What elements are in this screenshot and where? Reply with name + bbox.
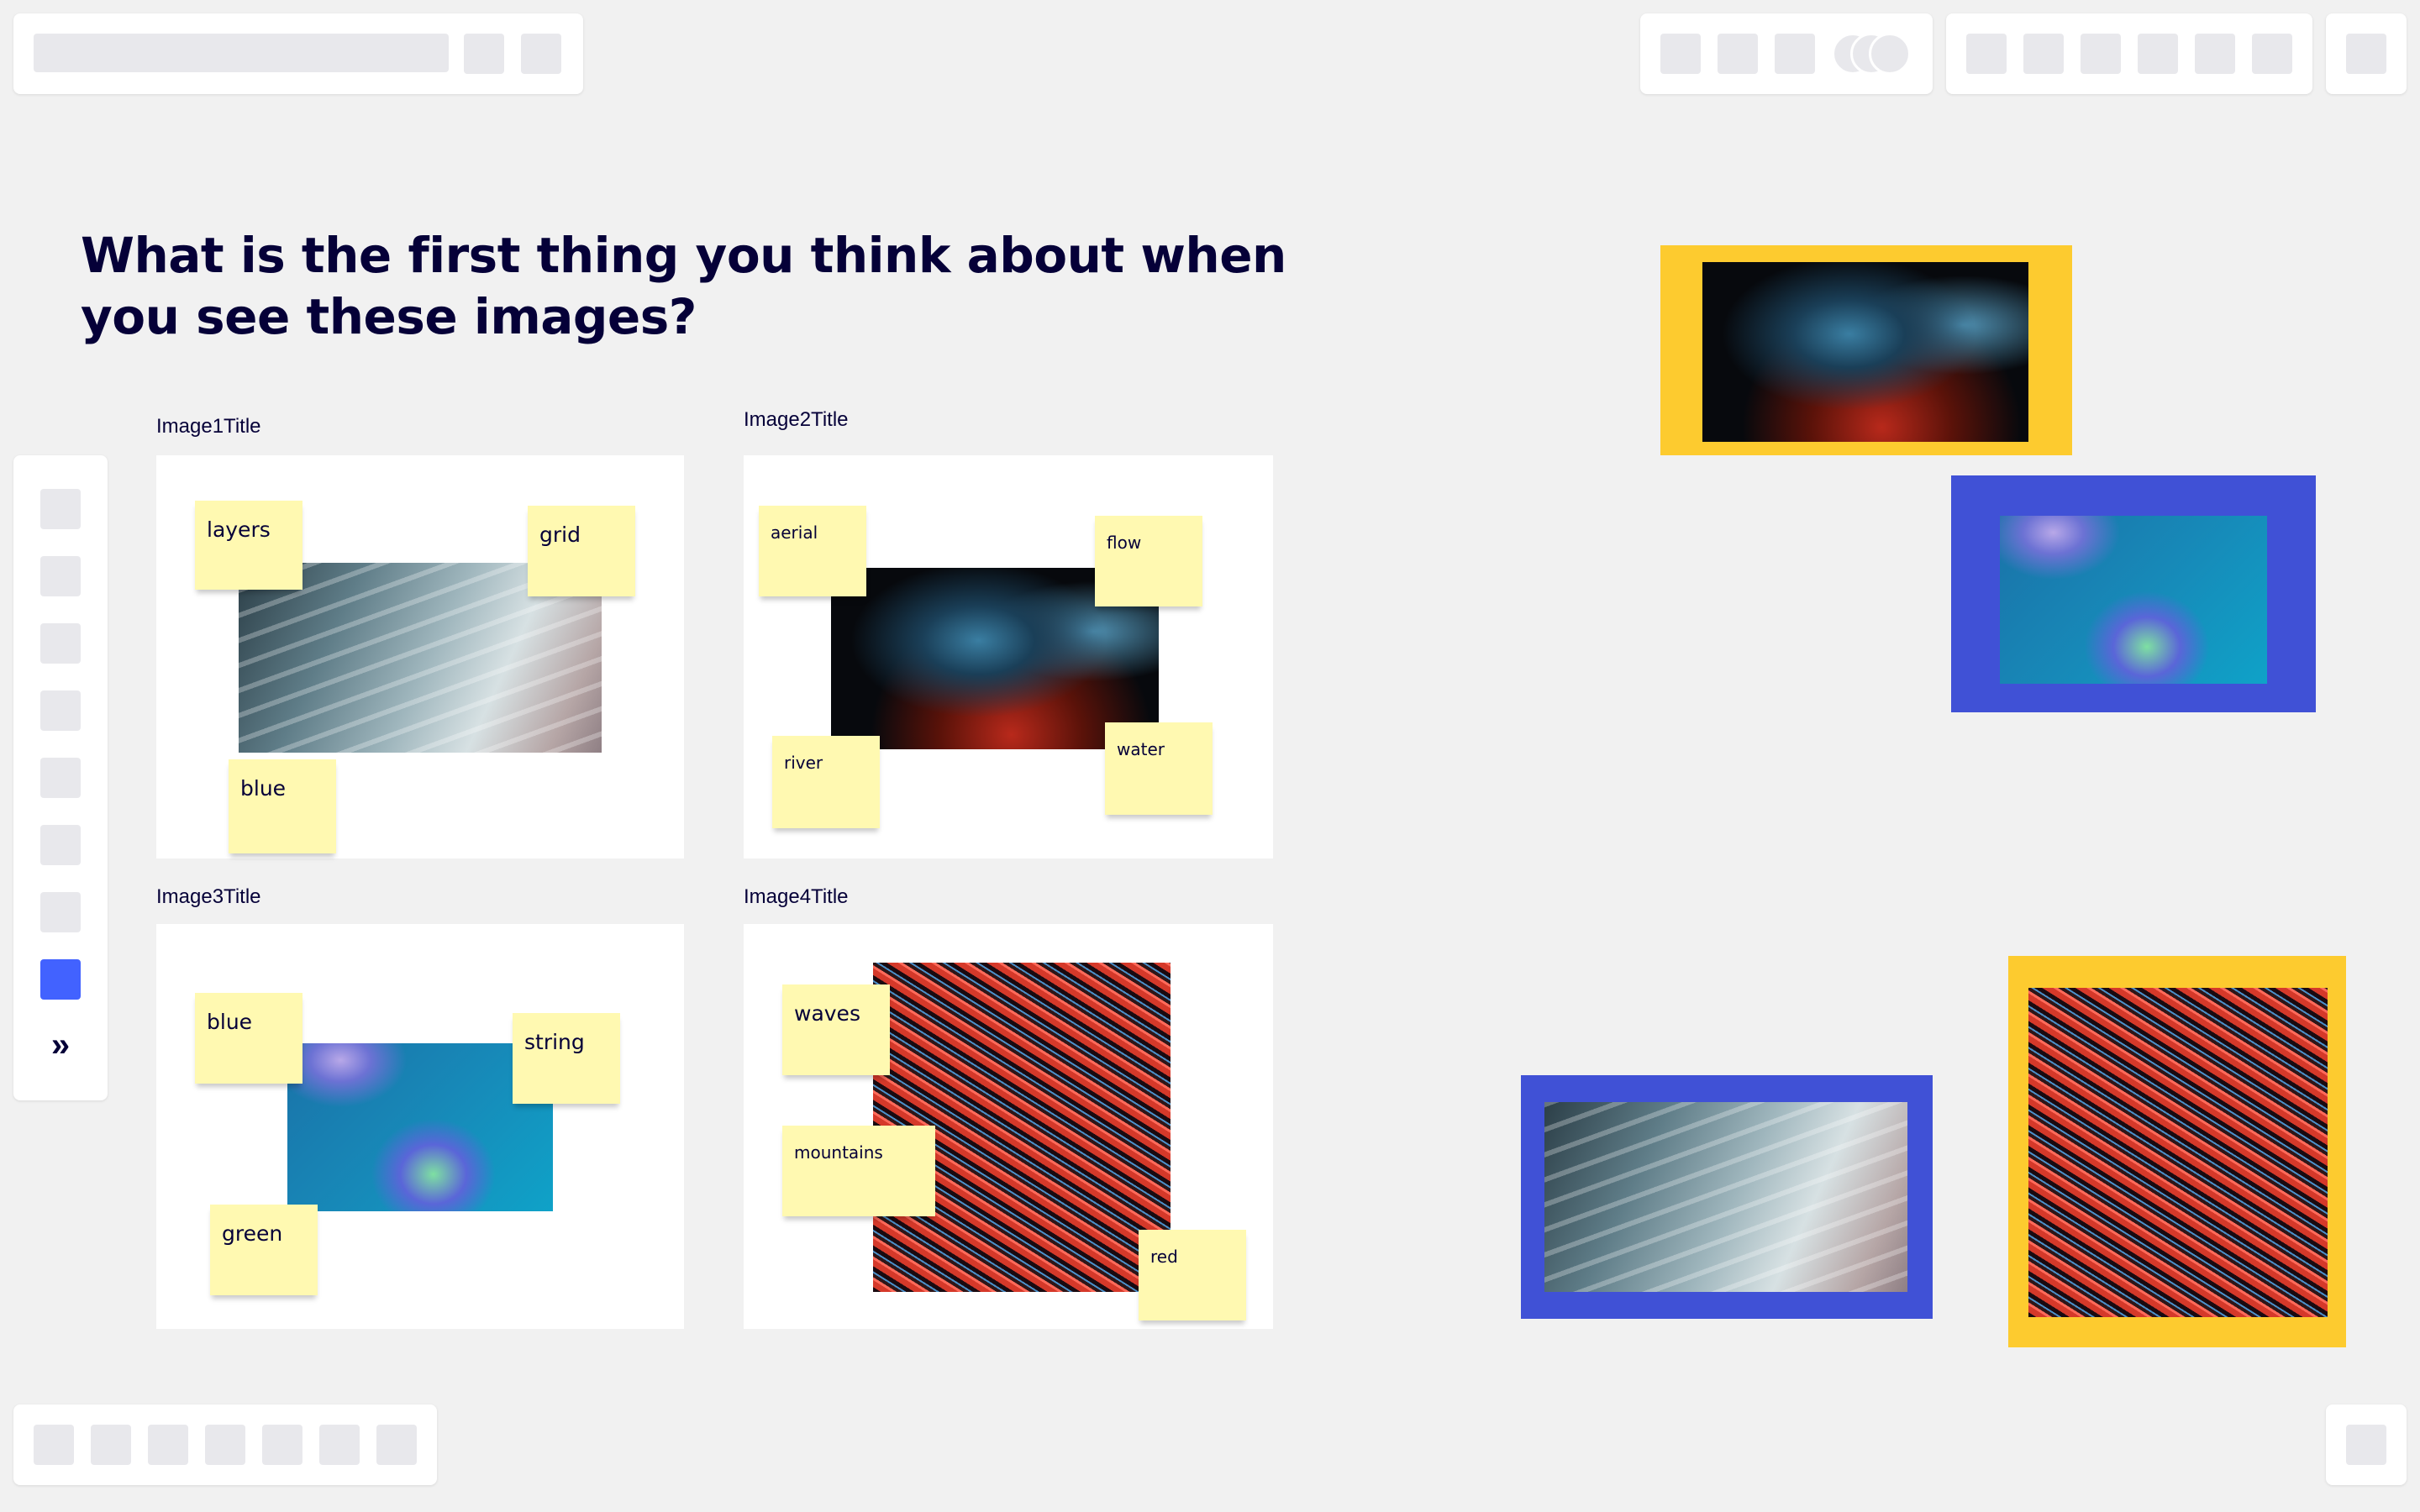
framed-image-blue-layers[interactable] — [1521, 1075, 1933, 1319]
active-tool-icon[interactable] — [40, 959, 81, 1000]
frame-title: Image4Title — [744, 885, 849, 908]
frame-image-1[interactable]: layers grid blue — [156, 455, 684, 858]
share-icon[interactable] — [464, 34, 504, 74]
sticky-note[interactable]: red — [1139, 1230, 1246, 1320]
zoom-out-icon[interactable] — [148, 1425, 188, 1465]
bottom-left-toolbar — [13, 1404, 437, 1485]
teal-string-image — [2000, 516, 2267, 684]
frame-image-2[interactable]: aerial flow river water — [744, 455, 1273, 858]
layers-image — [1544, 1102, 1907, 1292]
activity-icon[interactable] — [2195, 34, 2235, 74]
top-left-toolbar — [13, 13, 583, 94]
framed-image-blue-teal[interactable] — [1951, 475, 2316, 712]
smoke-image — [1702, 262, 2028, 442]
bottom-right-panel — [2326, 1404, 2407, 1485]
sticky-note[interactable]: mountains — [782, 1126, 935, 1216]
sticky-note[interactable]: river — [772, 736, 880, 828]
sticky-note[interactable]: layers — [195, 501, 302, 590]
collaboration-toolbar — [1640, 13, 1933, 94]
sticky-note[interactable]: string — [513, 1013, 620, 1104]
shape-tool-icon[interactable] — [40, 690, 81, 731]
top-right-toolbar — [1946, 13, 2312, 94]
present-icon[interactable] — [2023, 34, 2064, 74]
board-question: What is the first thing you think about … — [81, 227, 1286, 345]
red-waves-image — [2028, 988, 2328, 1317]
chat-icon[interactable] — [2346, 1425, 2386, 1465]
undo-icon[interactable] — [34, 1425, 74, 1465]
sticky-note[interactable]: water — [1105, 722, 1213, 815]
sticky-note[interactable]: flow — [1095, 516, 1202, 606]
select-tool-icon[interactable] — [40, 489, 81, 529]
more-icon[interactable] — [2252, 34, 2292, 74]
sticky-note[interactable]: blue — [229, 759, 336, 853]
menu-icon[interactable] — [2346, 34, 2386, 74]
settings-icon[interactable] — [521, 34, 561, 74]
top-menu-panel — [2326, 13, 2407, 94]
frame-image-3[interactable]: blue string green — [156, 924, 684, 1329]
frame-image-4[interactable]: waves mountains red — [744, 924, 1273, 1329]
left-toolbar: » — [13, 455, 108, 1100]
notes-icon[interactable] — [2138, 34, 2178, 74]
fit-icon[interactable] — [262, 1425, 302, 1465]
frame-title: Image2Title — [744, 408, 849, 431]
video-icon[interactable] — [2081, 34, 2121, 74]
avatar[interactable] — [1869, 33, 1911, 75]
sticky-note[interactable]: aerial — [759, 506, 866, 596]
frame-title: Image3Title — [156, 885, 261, 908]
pen-tool-icon[interactable] — [40, 825, 81, 865]
help-icon[interactable] — [376, 1425, 417, 1465]
comment-icon[interactable] — [1775, 34, 1815, 74]
sticky-note[interactable]: blue — [195, 993, 302, 1084]
framed-image-yellow-smoke[interactable] — [1660, 245, 2072, 455]
framed-image-yellow-waves[interactable] — [2008, 956, 2346, 1347]
expand-toolbar-icon[interactable]: » — [40, 1026, 81, 1067]
sticky-note-tool-icon[interactable] — [40, 623, 81, 664]
minimap-icon[interactable] — [319, 1425, 360, 1465]
reactions-icon[interactable] — [1966, 34, 2007, 74]
sticky-note[interactable]: waves — [782, 984, 890, 1075]
timer-icon[interactable] — [1660, 34, 1701, 74]
redo-icon[interactable] — [91, 1425, 131, 1465]
frame-tool-icon[interactable] — [40, 892, 81, 932]
board-name-field[interactable] — [34, 34, 449, 72]
zoom-in-icon[interactable] — [205, 1425, 245, 1465]
connector-tool-icon[interactable] — [40, 758, 81, 798]
frame-title: Image1Title — [156, 415, 261, 438]
sticky-note[interactable]: green — [210, 1205, 318, 1295]
vote-icon[interactable] — [1718, 34, 1758, 74]
sticky-note[interactable]: grid — [528, 506, 635, 596]
text-tool-icon[interactable] — [40, 556, 81, 596]
